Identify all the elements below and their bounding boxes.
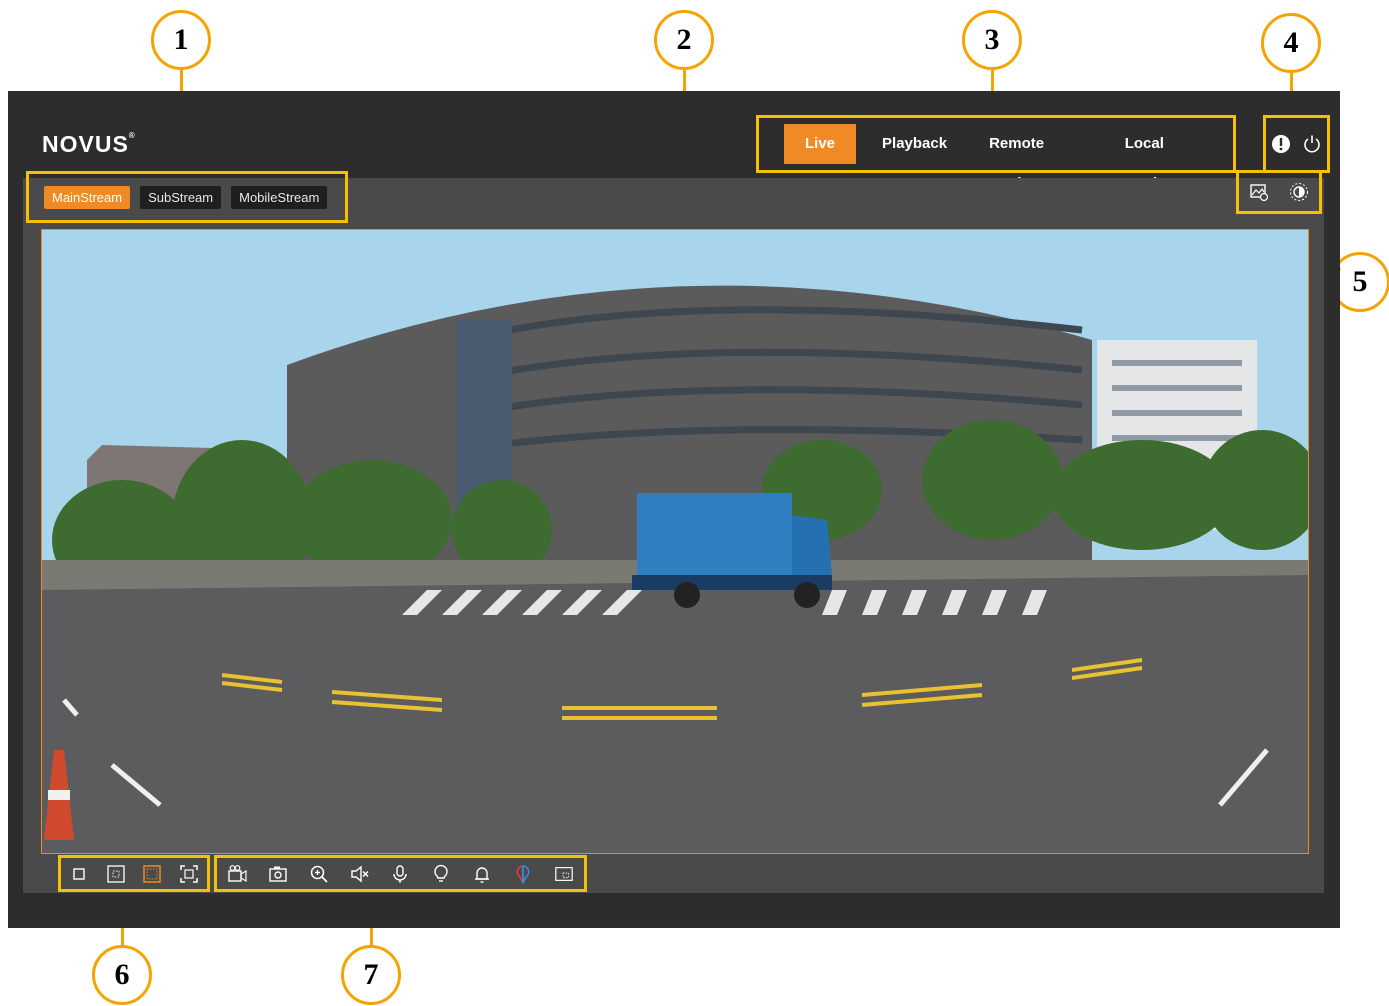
zoom-in-icon[interactable] <box>309 864 329 884</box>
alarm-bell-icon[interactable] <box>472 864 492 884</box>
novus-logo: NOVUS® <box>42 131 136 157</box>
audio-mute-icon[interactable] <box>350 864 370 884</box>
roi-icon[interactable] <box>554 864 574 884</box>
original-scale-icon[interactable] <box>69 864 89 884</box>
live-view-panel: MainStream SubStream MobileStream <box>23 170 1324 893</box>
alarm-info-icon[interactable] <box>1271 134 1291 154</box>
light-icon[interactable] <box>431 864 451 884</box>
callout-2: 2 <box>654 10 714 70</box>
fit-icon[interactable] <box>142 864 162 884</box>
top-icons <box>1263 115 1330 173</box>
live-video-view[interactable] <box>41 229 1309 854</box>
substream-button[interactable]: SubStream <box>140 185 222 209</box>
callout-7: 7 <box>341 945 401 1005</box>
main-nav: Live Playback Remote Setting Local Setti… <box>756 115 1236 192</box>
callout-3: 3 <box>962 10 1022 70</box>
tab-live[interactable]: Live <box>784 124 857 164</box>
mobilestream-button[interactable]: MobileStream <box>231 185 328 209</box>
tab-playback[interactable]: Playback <box>861 124 968 164</box>
live-toolbar <box>214 855 587 892</box>
stream-selector: MainStream SubStream MobileStream <box>26 171 348 223</box>
window-layout-tools <box>58 855 210 892</box>
tab-remote-setting[interactable]: Remote Setting <box>968 124 1104 192</box>
exposure-icon[interactable] <box>1289 182 1309 202</box>
tab-local-settings[interactable]: Local Settings <box>1104 124 1233 192</box>
app-window: NOVUS® Live Playback Remote Setting Loca… <box>8 91 1340 928</box>
mainstream-button[interactable]: MainStream <box>44 185 131 209</box>
callout-1: 1 <box>151 10 211 70</box>
record-icon[interactable] <box>227 864 247 884</box>
image-settings-icon[interactable] <box>1249 182 1269 202</box>
power-icon[interactable] <box>1302 134 1322 154</box>
microphone-icon[interactable] <box>390 864 410 884</box>
video-tools-right <box>1236 170 1322 214</box>
callout-6: 6 <box>92 945 152 1005</box>
red-blue-light-icon[interactable] <box>513 864 533 884</box>
fullscreen-icon[interactable] <box>179 864 199 884</box>
snapshot-icon[interactable] <box>268 864 288 884</box>
callout-4: 4 <box>1261 13 1321 73</box>
stretch-icon[interactable] <box>106 864 126 884</box>
